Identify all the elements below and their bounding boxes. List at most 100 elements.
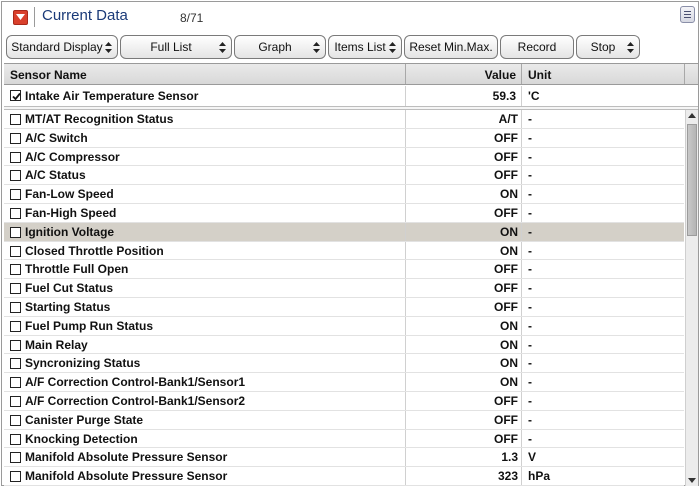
updown-arrow-icon [627, 42, 634, 53]
sensor-name: Throttle Full Open [25, 262, 129, 277]
table-row[interactable]: Fan-High Speed OFF - [4, 203, 684, 223]
full-list-dropdown[interactable]: Full List [120, 35, 232, 59]
sensor-unit: - [528, 431, 532, 446]
table-row[interactable]: Knocking Detection OFF - [4, 429, 684, 449]
sensor-name: A/F Correction Control-Bank1/Sensor2 [25, 393, 246, 408]
sensor-value: OFF [494, 205, 518, 220]
sensor-name: Fuel Cut Status [25, 281, 114, 296]
row-checkbox[interactable] [10, 283, 21, 295]
row-checkbox[interactable] [10, 114, 21, 125]
sensor-value: OFF [494, 412, 518, 427]
row-checkbox[interactable] [10, 395, 21, 407]
table-row[interactable]: Fan-Low Speed ON - [4, 185, 684, 204]
row-checkbox[interactable] [10, 132, 21, 144]
row-checkbox[interactable] [10, 301, 21, 313]
row-checkbox[interactable] [10, 226, 21, 238]
sensor-value: OFF [494, 262, 518, 277]
graph-dropdown[interactable]: Graph [234, 35, 326, 59]
row-checkbox[interactable] [10, 339, 21, 351]
table-row[interactable]: Closed Throttle Position ON - [4, 241, 684, 261]
row-checkbox[interactable] [10, 452, 21, 464]
sensor-name: Canister Purge State [25, 412, 144, 427]
table-row[interactable]: Manifold Absolute Pressure Sensor 323 hPa [4, 467, 684, 486]
table-row[interactable]: Ignition Voltage ON - [4, 222, 684, 242]
sensor-unit: - [528, 205, 532, 220]
sensor-name: A/C Status [25, 168, 86, 183]
sensor-value: ON [500, 224, 518, 239]
row-checkbox[interactable] [10, 207, 21, 219]
sensor-value: OFF [494, 130, 518, 145]
row-checkbox[interactable] [10, 433, 21, 445]
title-bar: Current Data 8/71 [2, 2, 698, 32]
table-row[interactable]: A/C Compressor OFF - [4, 147, 684, 167]
row-checkbox[interactable] [10, 320, 21, 332]
sensor-unit: - [528, 412, 532, 427]
sensor-value: 59.3 [492, 89, 516, 103]
sensor-unit: - [528, 224, 532, 239]
reset-min-max-button[interactable]: Reset Min.Max. [404, 35, 498, 59]
table-row[interactable]: A/C Status OFF - [4, 166, 684, 186]
table-row[interactable]: Fuel Cut Status OFF - [4, 279, 684, 298]
sensor-unit: - [528, 281, 532, 296]
row-checkbox[interactable] [10, 264, 21, 276]
record-button[interactable]: Record [500, 35, 574, 59]
table-row[interactable]: A/F Correction Control-Bank1/Sensor1 ON - [4, 373, 684, 392]
column-header-value[interactable]: Value [485, 68, 516, 82]
sensor-unit: - [528, 318, 532, 333]
table-row[interactable]: Fuel Pump Run Status ON - [4, 316, 684, 336]
sensor-value: ON [500, 187, 518, 202]
scroll-down-arrow-icon[interactable] [686, 474, 698, 486]
table-row[interactable]: MT/AT Recognition Status A/T - [4, 110, 684, 129]
row-checkbox[interactable] [10, 170, 21, 182]
row-checkbox[interactable] [10, 151, 21, 163]
updown-arrow-icon [219, 42, 226, 53]
column-header-sensor-name[interactable]: Sensor Name [10, 68, 87, 82]
stop-dropdown[interactable]: Stop [576, 35, 640, 59]
table-row[interactable]: Canister Purge State OFF - [4, 410, 684, 430]
sensor-unit: V [528, 450, 537, 465]
row-checkbox[interactable] [10, 414, 21, 426]
updown-arrow-icon [389, 42, 396, 53]
collapse-arrow-icon[interactable] [13, 10, 28, 25]
row-checkbox[interactable] [10, 245, 21, 257]
sensor-name: A/C Compressor [25, 149, 120, 164]
row-checkbox[interactable] [10, 189, 21, 201]
sensor-name: Syncronizing Status [25, 356, 141, 371]
checkmark-icon [12, 92, 21, 101]
scroll-up-arrow-icon[interactable] [686, 110, 698, 122]
scrollbar-thumb[interactable] [687, 124, 697, 236]
page-title: Current Data [42, 7, 128, 24]
page-counter: 8/71 [180, 11, 204, 25]
fixed-sensor-row[interactable]: Intake Air Temperature Sensor 59.3 'C [4, 86, 698, 106]
sensor-unit: - [528, 375, 532, 390]
sensor-unit: - [528, 243, 532, 258]
table-row[interactable]: Throttle Full Open OFF - [4, 260, 684, 280]
column-header-unit[interactable]: Unit [528, 68, 551, 82]
sensor-unit: - [528, 299, 532, 314]
sensor-unit: - [528, 187, 532, 202]
row-checkbox[interactable] [10, 358, 21, 370]
sensor-name: A/C Switch [25, 130, 88, 145]
sensor-value: OFF [494, 149, 518, 164]
row-checkbox[interactable] [10, 471, 21, 483]
table-row[interactable]: Manifold Absolute Pressure Sensor 1.3 V [4, 448, 684, 468]
table-row[interactable]: Syncronizing Status ON - [4, 354, 684, 374]
table-row[interactable]: Main Relay ON - [4, 335, 684, 355]
row-checkbox[interactable] [10, 90, 21, 101]
updown-arrow-icon [105, 42, 112, 53]
menu-icon[interactable] [680, 6, 695, 23]
vertical-scrollbar[interactable] [685, 110, 698, 486]
table-row[interactable]: A/C Switch OFF - [4, 128, 684, 148]
sensor-value: ON [500, 356, 518, 371]
row-checkbox[interactable] [10, 377, 21, 389]
standard-display-dropdown[interactable]: Standard Display [6, 35, 118, 59]
items-list-dropdown[interactable]: Items List [328, 35, 402, 59]
sensor-name: Closed Throttle Position [25, 243, 164, 258]
sensor-name: Fan-Low Speed [25, 187, 114, 202]
sensor-name: Manifold Absolute Pressure Sensor [25, 469, 228, 484]
sensor-value: 1.3 [501, 450, 518, 465]
table-row[interactable]: A/F Correction Control-Bank1/Sensor2 OFF - [4, 391, 684, 411]
sensor-value: OFF [494, 299, 518, 314]
table-row[interactable]: Starting Status OFF - [4, 297, 684, 317]
sensor-value: 323 [497, 469, 518, 484]
